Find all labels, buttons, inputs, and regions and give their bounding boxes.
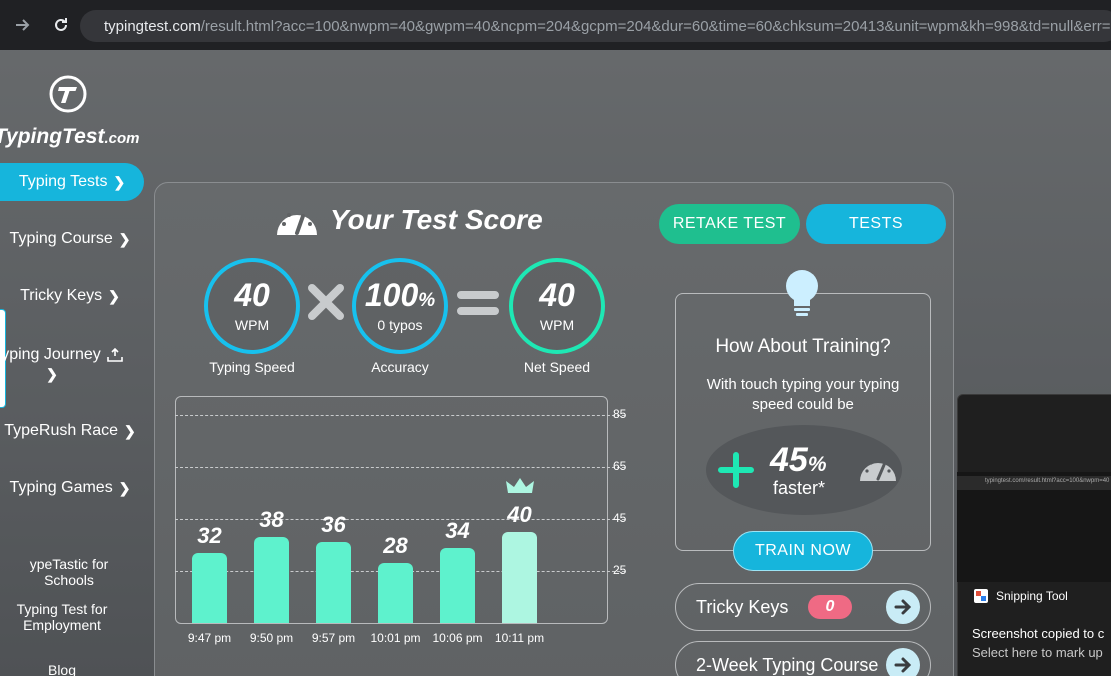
- score-title-text: Your Test Score: [330, 204, 543, 235]
- chevron-right-icon: ❯: [118, 479, 131, 496]
- forward-button[interactable]: [8, 10, 38, 40]
- chart-bar[interactable]: [378, 563, 413, 623]
- sidebar-item-typing-tests[interactable]: Typing Tests ❯: [0, 163, 144, 201]
- chevron-right-icon: ❯: [118, 230, 131, 247]
- grid-line: [175, 467, 625, 468]
- retake-test-button[interactable]: RETAKE TEST: [659, 204, 800, 244]
- sidebar-item-typing-games[interactable]: Typing Games ❯: [0, 478, 140, 498]
- reload-icon: [55, 18, 67, 31]
- x-tick-label: 9:57 pm: [311, 631, 356, 645]
- chevron-right-icon: ❯: [46, 365, 58, 382]
- x-tick-label: 9:50 pm: [249, 631, 294, 645]
- chevron-right-icon: ❯: [124, 422, 136, 439]
- arrow-right-icon: [16, 19, 30, 31]
- bar-value-label: 34: [445, 517, 470, 543]
- faster-label: faster*: [773, 478, 826, 498]
- bar-value-label: 40: [507, 502, 532, 527]
- training-title: How About Training?: [715, 336, 891, 357]
- y-tick-label: 45: [613, 511, 627, 525]
- sidebar-item-typing-course[interactable]: Typing Course ❯: [0, 229, 140, 249]
- bar-value-label: 38: [259, 507, 284, 533]
- sidebar-link-typetastic[interactable]: ypeTastic for Schools: [4, 556, 134, 588]
- net-speed-circle: 40 WPM: [509, 258, 605, 354]
- snipping-tool-title: Snipping Tool: [996, 589, 1068, 603]
- grid-line: [175, 415, 625, 416]
- net-speed-caption: Net Speed: [523, 359, 591, 375]
- sidebar-item-typing-journey[interactable]: yping Journey: [0, 345, 132, 365]
- typing-course-link[interactable]: 2-Week Typing Course: [675, 641, 931, 676]
- thumbnail-url: typingtest.com/result.html?acc=100&nwpm=…: [985, 478, 1110, 484]
- sidebar-item-label: TypeRush Race: [4, 422, 119, 439]
- address-bar[interactable]: typingtest.com/result.html?acc=100&nwpm=…: [80, 10, 1111, 42]
- chart-bar[interactable]: [316, 542, 351, 623]
- typing-speed-circle: 40 WPM: [204, 258, 300, 354]
- bar-value-label: 32: [197, 522, 222, 548]
- speedometer-icon: [277, 213, 317, 235]
- chart-bar[interactable]: [502, 532, 537, 623]
- url-path: /result.html?acc=100&nwpm=40&gwpm=40&ncp…: [200, 17, 1111, 35]
- logo-t-icon: [49, 75, 86, 113]
- chevron-right-icon: ❯: [113, 173, 126, 190]
- net-speed-unit: WPM: [539, 317, 575, 333]
- net-speed-value: 40: [539, 277, 575, 313]
- arrow-right-circle-icon[interactable]: [886, 590, 920, 624]
- sidebar-item-journey-chevron[interactable]: ❯: [0, 366, 122, 382]
- y-tick-label: 65: [613, 459, 627, 473]
- upload-icon: [107, 348, 123, 362]
- accuracy-typos: 0 typos: [377, 317, 423, 333]
- x-tick-label: 10:11 pm: [494, 631, 545, 645]
- accuracy-value: 100%: [364, 277, 436, 313]
- snipping-tool-icon: [974, 589, 988, 603]
- typing-course-label: 2-Week Typing Course: [696, 654, 879, 675]
- y-tick-label: 85: [613, 407, 627, 421]
- train-now-button[interactable]: TRAIN NOW: [733, 531, 873, 571]
- sidebar-item-label: Typing Tests: [18, 173, 108, 190]
- bar-value-label: 28: [383, 533, 408, 559]
- browser-toolbar: typingtest.com/result.html?acc=100&nwpm=…: [0, 0, 1111, 50]
- sidebar-item-label: Tricky Keys: [20, 287, 103, 304]
- lightbulb-icon: [786, 270, 818, 316]
- plus-icon: [718, 452, 754, 488]
- tricky-keys-link[interactable]: Tricky Keys 0: [675, 583, 931, 631]
- typingtest-logo[interactable]: TypingTest.com: [0, 74, 140, 149]
- sidebar-item-typerush[interactable]: TypeRush Race ❯: [0, 421, 140, 441]
- tricky-keys-badge: 0: [808, 595, 852, 619]
- sidebar-item-label: yping Journey: [1, 346, 101, 363]
- training-description: With touch typing your typing speed coul…: [706, 376, 900, 413]
- bar-value-label: 36: [321, 512, 346, 538]
- x-tick-label: 10:01 pm: [370, 631, 421, 645]
- arrow-right-circle-icon[interactable]: [886, 648, 920, 676]
- snipping-subtext: Select here to mark up: [972, 645, 1103, 660]
- crown-icon: [505, 478, 534, 493]
- sidebar-item-label: Typing Games: [9, 479, 113, 496]
- snipping-message: Screenshot copied to c: [972, 626, 1105, 641]
- equals-icon: [457, 291, 499, 315]
- tricky-keys-label: Tricky Keys: [696, 596, 789, 617]
- chart-bar[interactable]: [254, 537, 289, 623]
- multiply-icon: [308, 284, 344, 320]
- typing-speed-unit: WPM: [234, 317, 270, 333]
- sidebar-item-tricky-keys[interactable]: Tricky Keys ❯: [0, 286, 140, 306]
- history-bar-chart: 25 45 65 85 32 9:47 pm 38 9:50 pm 36 9:57 pm 28 10:…: [175, 396, 635, 656]
- y-tick-label: 25: [613, 563, 627, 577]
- reload-button[interactable]: [46, 10, 76, 40]
- sidebar-item-label: Typing Course: [9, 230, 113, 247]
- accuracy-circle: 100% 0 typos: [352, 258, 448, 354]
- x-tick-label: 9:47 pm: [187, 631, 232, 645]
- tests-button[interactable]: TESTS: [806, 204, 946, 244]
- logo-text: TypingTest.com: [0, 125, 140, 148]
- chart-bar[interactable]: [192, 552, 227, 623]
- chart-bar[interactable]: [440, 547, 475, 623]
- faster-percent: 45%: [770, 441, 827, 479]
- x-tick-label: 10:06 pm: [432, 631, 483, 645]
- typing-speed-value: 40: [234, 277, 270, 313]
- sidebar-link-blog[interactable]: Blog: [0, 662, 124, 676]
- sidebar-link-employment[interactable]: Typing Test for Employment: [0, 601, 124, 633]
- page-title: Your Test Score: [274, 200, 543, 240]
- typing-speed-caption: Typing Speed: [209, 359, 295, 375]
- chevron-right-icon: ❯: [108, 287, 120, 304]
- url-host: typingtest.com: [104, 17, 201, 35]
- gauge-icon: [860, 461, 896, 481]
- accuracy-caption: Accuracy: [371, 359, 429, 375]
